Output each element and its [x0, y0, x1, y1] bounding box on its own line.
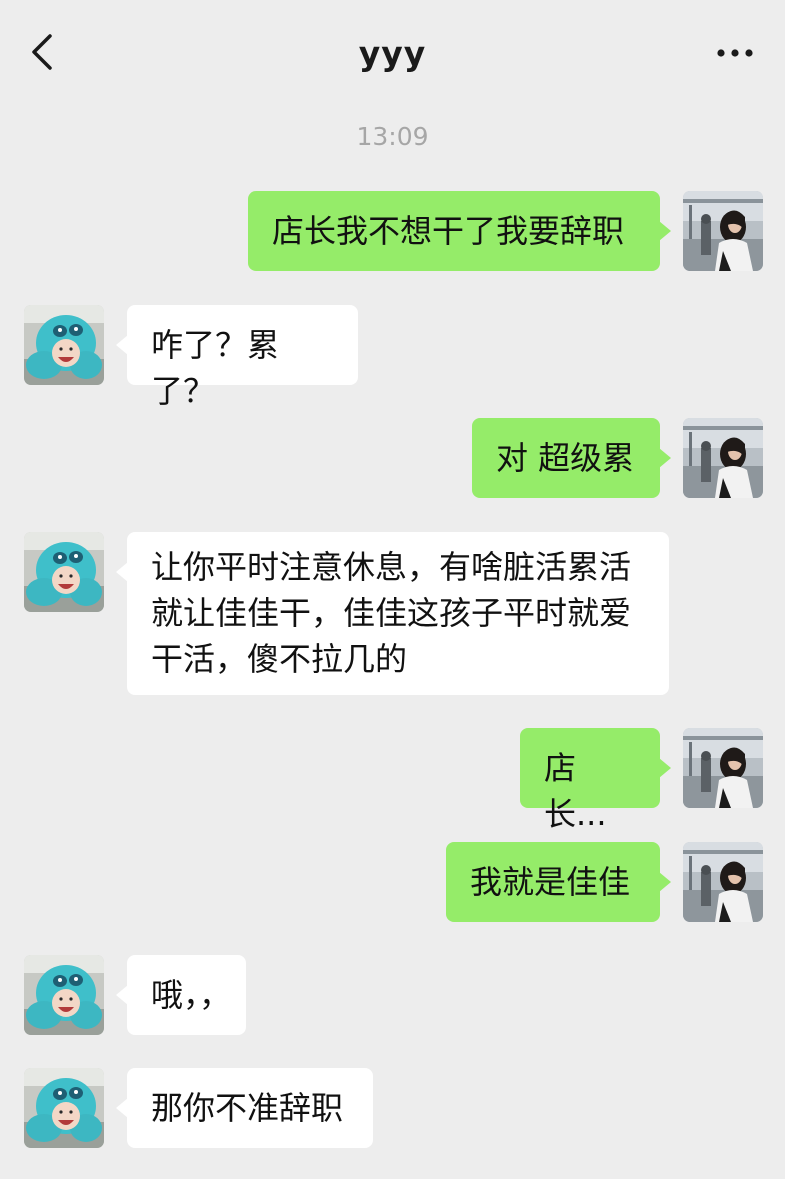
message-bubble[interactable]: 店长... — [520, 728, 671, 833]
message-row-received: 哦，， — [0, 955, 785, 1037]
blue-hood-kid-avatar — [24, 305, 104, 385]
avatar[interactable] — [24, 532, 104, 612]
more-dots-icon — [717, 49, 753, 57]
message-row-sent: 对 超级累 — [0, 418, 785, 500]
message-bubble[interactable]: 让你平时注意休息，有啥脏活累活就让佳佳干，佳佳这孩子平时就爱干活，傻不拉几的 — [116, 532, 669, 695]
blue-hood-kid-avatar — [24, 532, 104, 612]
girl-photo-avatar — [683, 842, 763, 922]
message-row-received: 让你平时注意休息，有啥脏活累活就让佳佳干，佳佳这孩子平时就爱干活，傻不拉几的 — [0, 532, 785, 696]
avatar[interactable] — [683, 728, 763, 808]
avatar[interactable] — [683, 418, 763, 498]
blue-hood-kid-avatar — [24, 1068, 104, 1148]
avatar[interactable] — [683, 191, 763, 271]
message-bubble[interactable]: 哦，， — [116, 955, 246, 1035]
message-row-received: 咋了？累了？ — [0, 305, 785, 410]
message-row-sent: 店长我不想干了我要辞职 — [0, 191, 785, 273]
message-row-received: 那你不准辞职 — [0, 1068, 785, 1150]
message-row-sent: 我就是佳佳 — [0, 842, 785, 924]
blue-hood-kid-avatar — [24, 955, 104, 1035]
girl-photo-avatar — [683, 418, 763, 498]
message-bubble[interactable]: 店长我不想干了我要辞职 — [248, 191, 671, 271]
message-bubble[interactable]: 咋了？累了？ — [116, 305, 358, 410]
girl-photo-avatar — [683, 728, 763, 808]
more-button[interactable] — [715, 38, 755, 68]
avatar[interactable] — [24, 1068, 104, 1148]
message-timestamp: 13:09 — [356, 122, 429, 151]
message-bubble[interactable]: 我就是佳佳 — [446, 842, 671, 922]
chat-header: yyy — [0, 0, 785, 110]
chat-title: yyy — [358, 34, 427, 73]
message-bubble[interactable]: 那你不准辞职 — [116, 1068, 373, 1148]
chat-screen: yyy 13:09 店长我不想干了我要辞职 咋了？累了？ 对 超级累 让你平时注… — [0, 0, 785, 1179]
message-row-sent: 店长... — [0, 728, 785, 833]
girl-photo-avatar — [683, 191, 763, 271]
message-bubble[interactable]: 对 超级累 — [472, 418, 671, 498]
avatar[interactable] — [24, 305, 104, 385]
avatar[interactable] — [683, 842, 763, 922]
avatar[interactable] — [24, 955, 104, 1035]
